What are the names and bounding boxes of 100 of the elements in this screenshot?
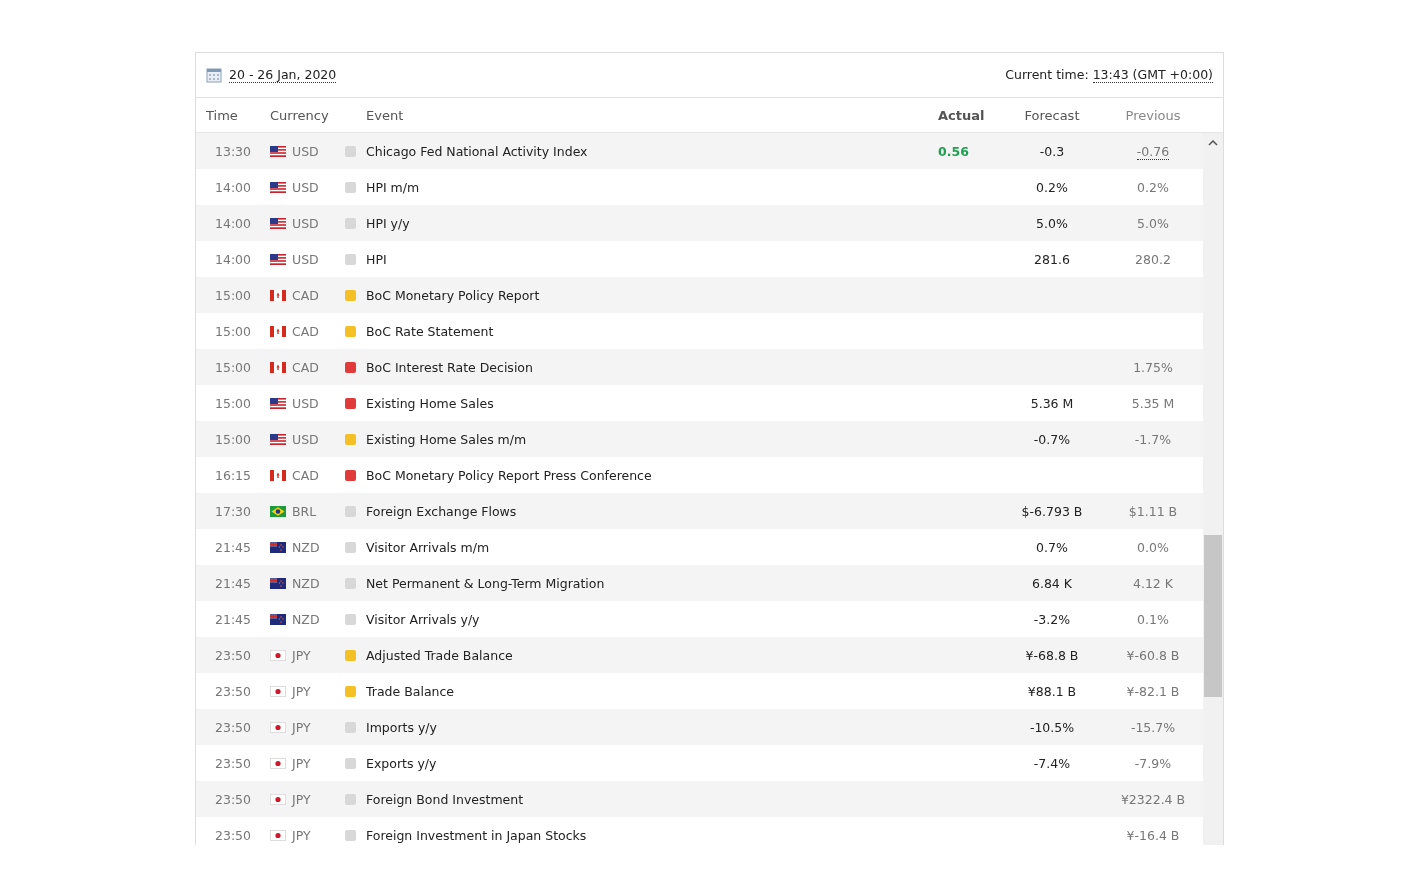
time-cell-text: 15:00 — [214, 287, 252, 303]
currency-code: NZD — [292, 575, 320, 591]
time-cell-text: 14:00 — [214, 179, 252, 195]
currency-code: USD — [292, 395, 319, 411]
forecast-value: -0.7% — [1033, 431, 1071, 447]
time-cell-text: 14:00 — [214, 215, 252, 231]
previous-value: $1.11 B — [1128, 503, 1178, 519]
previous-value: -15.7% — [1130, 719, 1176, 735]
event-name[interactable]: Trade Balance — [366, 683, 938, 699]
event-name[interactable]: HPI — [366, 251, 938, 267]
event-name[interactable]: Visitor Arrivals y/y — [366, 611, 938, 627]
event-name[interactable]: BoC Monetary Policy Report — [366, 287, 938, 303]
event-name[interactable]: BoC Monetary Policy Report Press Conference — [366, 467, 938, 483]
previous-value: 1.75% — [1133, 359, 1173, 375]
scrollbar[interactable] — [1203, 133, 1223, 845]
previous-value: -1.7% — [1134, 431, 1172, 447]
previous-value: 4.12 K — [1133, 575, 1173, 591]
flag-icon — [270, 541, 286, 553]
scroll-up-icon[interactable] — [1208, 140, 1218, 146]
event-name[interactable]: Foreign Investment in Japan Stocks — [366, 827, 938, 843]
previous-value: -0.76 — [1136, 143, 1170, 160]
flag-icon — [270, 469, 286, 481]
flag-icon — [270, 181, 286, 193]
flag-icon — [270, 685, 286, 697]
current-time-label: Current time: — [1005, 67, 1089, 83]
time-cell-text: 15:00 — [214, 359, 252, 375]
event-name[interactable]: Foreign Exchange Flows — [366, 503, 938, 519]
column-header: Actual — [938, 107, 986, 123]
scrollbar-thumb[interactable] — [1204, 535, 1222, 697]
time-cell-text: 13:30 — [214, 143, 252, 159]
column-header: Currency — [270, 107, 330, 123]
column-header: Previous — [1124, 107, 1182, 123]
event-name[interactable]: Visitor Arrivals m/m — [366, 539, 938, 555]
currency-code: USD — [292, 251, 319, 267]
previous-value: 5.0% — [1137, 215, 1169, 231]
time-cell-text: 23:50 — [214, 791, 252, 807]
currency-code: USD — [292, 179, 319, 195]
forecast-value: 5.0% — [1036, 215, 1068, 231]
previous-value: 0.0% — [1137, 539, 1169, 555]
currency-code: USD — [292, 215, 319, 231]
flag-icon — [270, 721, 286, 733]
time-cell-text: 16:15 — [214, 467, 252, 483]
flag-icon — [270, 613, 286, 625]
week-link[interactable]: 20 - 26 Jan, 2020 — [229, 67, 337, 83]
time-cell-text: 15:00 — [214, 431, 252, 447]
time-cell-text: 23:50 — [214, 647, 252, 663]
previous-value: 5.35 M — [1131, 395, 1175, 411]
currency-code: CAD — [292, 359, 319, 375]
event-name[interactable]: BoC Rate Statement — [366, 323, 938, 339]
time-cell-text: 23:50 — [214, 827, 252, 843]
calendar-icon — [206, 67, 222, 83]
currency-code: JPY — [292, 827, 311, 843]
event-name[interactable]: HPI m/m — [366, 179, 938, 195]
currency-code: JPY — [292, 755, 311, 771]
time-cell-text: 23:50 — [214, 719, 252, 735]
column-header: Time — [205, 107, 239, 123]
flag-icon — [270, 397, 286, 409]
event-name[interactable]: Foreign Bond Investment — [366, 791, 938, 807]
time-cell-text: 21:45 — [214, 611, 252, 627]
previous-value: 280.2 — [1135, 251, 1171, 267]
event-name[interactable]: HPI y/y — [366, 215, 938, 231]
forecast-value: -10.5% — [1029, 719, 1075, 735]
event-name[interactable]: Imports y/y — [366, 719, 938, 735]
current-time-link[interactable]: 13:43 (GMT +0:00) — [1092, 67, 1213, 83]
event-name[interactable]: Net Permanent & Long-Term Migration — [366, 575, 938, 591]
time-cell-text: 14:00 — [214, 251, 252, 267]
forecast-value: ¥-68.8 B — [1025, 647, 1079, 663]
previous-value: ¥-82.1 B — [1126, 683, 1180, 699]
currency-code: USD — [292, 143, 319, 159]
time-cell-text: 21:45 — [214, 575, 252, 591]
forecast-value: 0.2% — [1036, 179, 1068, 195]
event-name[interactable]: Adjusted Trade Balance — [366, 647, 938, 663]
event-name[interactable]: BoC Interest Rate Decision — [366, 359, 938, 375]
actual-value: 0.56 — [938, 143, 969, 159]
previous-value: ¥2322.4 B — [1120, 791, 1186, 807]
forecast-value: -0.3 — [1039, 143, 1065, 159]
previous-value: ¥-60.8 B — [1126, 647, 1180, 663]
flag-icon — [270, 505, 286, 517]
flag-icon — [270, 649, 286, 661]
forecast-value: 281.6 — [1034, 251, 1070, 267]
flag-icon — [270, 757, 286, 769]
flag-icon — [270, 289, 286, 301]
forecast-value: 6.84 K — [1032, 575, 1072, 591]
forecast-value: ¥88.1 B — [1027, 683, 1077, 699]
event-name[interactable]: Chicago Fed National Activity Index — [366, 143, 938, 159]
time-cell-text: 15:00 — [214, 323, 252, 339]
flag-icon — [270, 433, 286, 445]
currency-code: NZD — [292, 611, 320, 627]
flag-icon — [270, 829, 286, 841]
currency-code: NZD — [292, 539, 320, 555]
previous-value: 0.2% — [1137, 179, 1169, 195]
event-name[interactable]: Existing Home Sales m/m — [366, 431, 938, 447]
column-header: Forecast — [1023, 107, 1081, 123]
flag-icon — [270, 793, 286, 805]
flag-icon — [270, 361, 286, 373]
event-name[interactable]: Existing Home Sales — [366, 395, 938, 411]
currency-code: CAD — [292, 467, 319, 483]
time-cell-text: 21:45 — [214, 539, 252, 555]
event-name[interactable]: Exports y/y — [366, 755, 938, 771]
flag-icon — [270, 577, 286, 589]
